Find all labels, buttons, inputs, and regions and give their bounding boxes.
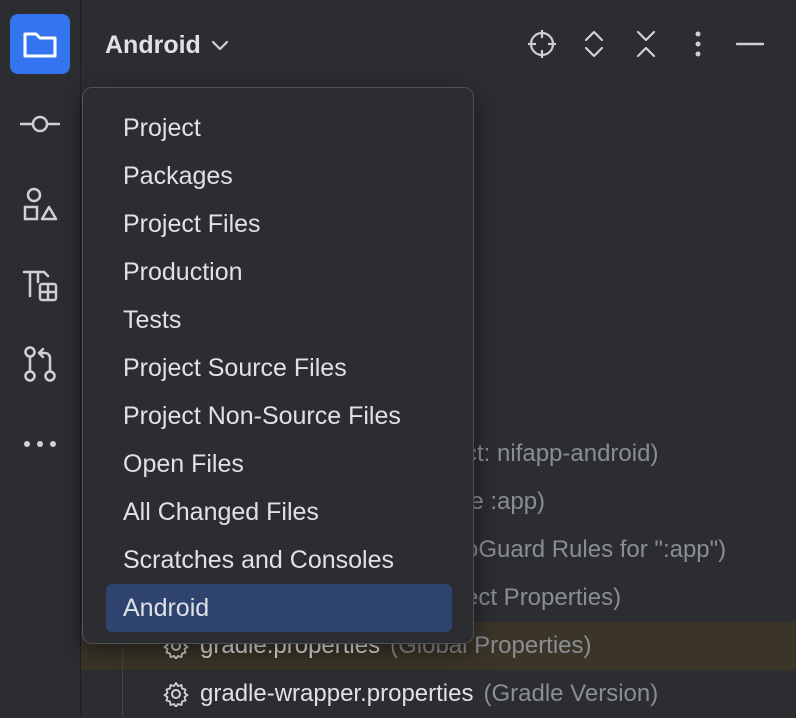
tool-window-strip (0, 0, 81, 716)
structure-tool-button[interactable] (10, 174, 70, 234)
locate-icon (528, 30, 556, 58)
menu-item-scratches-and-consoles[interactable]: Scratches and Consoles (106, 536, 452, 584)
view-title: Android (105, 30, 201, 59)
tree-row-hint: ect Properties) (465, 584, 622, 611)
tree-row-name: gradle-wrapper.properties (200, 680, 474, 707)
menu-item-packages[interactable]: Packages (106, 152, 452, 200)
pull-requests-icon (24, 346, 56, 382)
menu-item-project-non-source-files[interactable]: Project Non-Source Files (106, 392, 452, 440)
tree-indent-guide (122, 640, 123, 716)
more-icon (24, 441, 56, 447)
view-selector-popup: Project Packages Project Files Productio… (82, 87, 474, 644)
collapse-all-icon (636, 30, 656, 58)
folder-icon (23, 32, 57, 58)
project-tool-button[interactable] (10, 14, 70, 74)
menu-item-all-changed-files[interactable]: All Changed Files (106, 488, 452, 536)
locate-button[interactable] (525, 26, 559, 62)
panel-header: Android (81, 0, 796, 88)
hide-button[interactable] (733, 26, 767, 62)
hide-icon (736, 42, 764, 46)
menu-item-project-source-files[interactable]: Project Source Files (106, 344, 452, 392)
menu-item-project[interactable]: Project (106, 104, 452, 152)
pull-requests-tool-button[interactable] (10, 334, 70, 394)
view-selector-dropdown[interactable]: Android (105, 28, 229, 62)
menu-item-tests[interactable]: Tests (106, 296, 452, 344)
expand-all-icon (584, 30, 604, 58)
tree-row-gradle-wrapper-properties[interactable]: gradle-wrapper.properties (Gradle Version… (81, 670, 796, 718)
menu-item-android[interactable]: Android (106, 584, 452, 632)
chevron-down-icon (211, 40, 228, 51)
gear-icon (163, 682, 189, 707)
menu-item-open-files[interactable]: Open Files (106, 440, 452, 488)
commit-icon (20, 115, 60, 133)
tree-row-hint: ct: nifapp-android) (465, 440, 659, 467)
more-tool-windows-button[interactable] (10, 414, 70, 474)
tree-row-hint: le :app) (465, 488, 546, 515)
build-variants-icon (22, 270, 58, 302)
expand-all-button[interactable] (577, 26, 611, 62)
structure-icon (23, 187, 58, 221)
tree-row-hint: (Gradle Version) (483, 680, 659, 707)
options-icon (695, 31, 701, 57)
tree-row-hint: oGuard Rules for ":app") (465, 536, 727, 563)
commit-tool-button[interactable] (10, 94, 70, 154)
collapse-all-button[interactable] (629, 26, 663, 62)
menu-item-project-files[interactable]: Project Files (106, 200, 452, 248)
build-variants-tool-button[interactable] (10, 254, 70, 314)
menu-item-production[interactable]: Production (106, 248, 452, 296)
options-button[interactable] (681, 26, 715, 62)
